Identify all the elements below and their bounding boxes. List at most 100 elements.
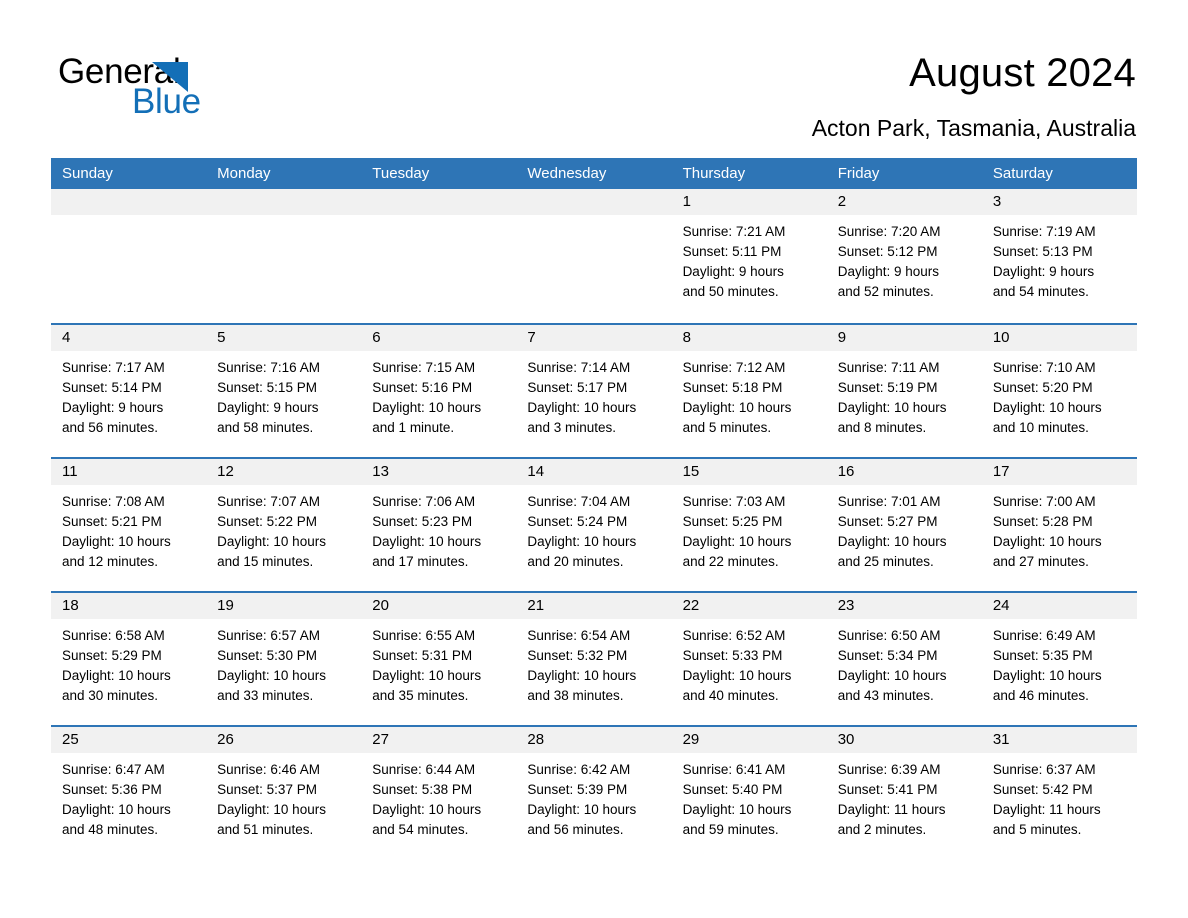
calendar-day-cell-empty: [206, 189, 362, 323]
day-details: Sunrise: 6:58 AM Sunset: 5:29 PM Daylight:…: [51, 619, 206, 706]
day-number: 23: [826, 593, 982, 619]
day-sunrise-text: Sunrise: 7:00 AM: [992, 494, 1096, 509]
calendar-day-cell[interactable]: 8 Sunrise: 7:12 AM Sunset: 5:18 PM Daylight…: [671, 325, 827, 457]
generalblue-logo[interactable]: General Blue: [58, 52, 318, 124]
calendar-day-cell[interactable]: 3 Sunrise: 7:19 AM Sunset: 5:13 PM Daylight…: [981, 189, 1137, 323]
calendar-day-cell[interactable]: 28 Sunrise: 6:42 AM Sunset: 5:39 PM Dayligh…: [516, 727, 672, 859]
calendar-day-cell[interactable]: 5 Sunrise: 7:16 AM Sunset: 5:15 PM Daylight…: [206, 325, 362, 457]
day-sunrise-text: Sunrise: 6:39 AM: [837, 762, 941, 777]
day-daylight1-text: Daylight: 10 hours: [992, 400, 1102, 415]
day-sunset-text: Sunset: 5:36 PM: [62, 782, 162, 797]
calendar-day-cell[interactable]: 14 Sunrise: 7:04 AM Sunset: 5:24 PM Dayligh…: [516, 459, 672, 591]
day-sunset-text: Sunset: 5:15 PM: [217, 380, 317, 395]
day-number: 9: [826, 325, 982, 351]
day-daylight2-text: and 59 minutes.: [682, 822, 779, 837]
day-sunset-text: Sunset: 5:24 PM: [527, 514, 628, 529]
day-daylight1-text: Daylight: 10 hours: [217, 802, 326, 817]
calendar-day-cell[interactable]: 12 Sunrise: 7:07 AM Sunset: 5:22 PM Dayligh…: [206, 459, 362, 591]
day-details: Sunrise: 6:46 AM Sunset: 5:37 PM Daylight:…: [206, 753, 361, 840]
calendar-day-cell[interactable]: 31 Sunrise: 6:37 AM Sunset: 5:42 PM Dayligh…: [981, 727, 1137, 859]
day-daylight2-text: and 54 minutes.: [992, 284, 1089, 299]
day-details: Sunrise: 7:16 AM Sunset: 5:15 PM Daylight:…: [206, 351, 361, 438]
day-number: 10: [981, 325, 1137, 351]
calendar-week-row: 25 Sunrise: 6:47 AM Sunset: 5:36 PM Dayligh…: [51, 725, 1137, 859]
day-daylight1-text: Daylight: 9 hours: [682, 264, 784, 279]
day-sunset-text: Sunset: 5:37 PM: [217, 782, 317, 797]
day-number: 21: [516, 593, 672, 619]
day-sunrise-text: Sunrise: 6:42 AM: [527, 762, 631, 777]
calendar-day-cell[interactable]: 22 Sunrise: 6:52 AM Sunset: 5:33 PM Dayligh…: [671, 593, 827, 725]
day-sunset-text: Sunset: 5:40 PM: [682, 782, 783, 797]
day-daylight2-text: and 25 minutes.: [837, 554, 934, 569]
day-details: Sunrise: 6:55 AM Sunset: 5:31 PM Daylight:…: [361, 619, 516, 706]
day-sunset-text: Sunset: 5:35 PM: [992, 648, 1093, 663]
calendar-day-cell[interactable]: 16 Sunrise: 7:01 AM Sunset: 5:27 PM Dayligh…: [826, 459, 982, 591]
calendar-day-cell[interactable]: 23 Sunrise: 6:50 AM Sunset: 5:34 PM Dayligh…: [826, 593, 982, 725]
weekday-header-saturday: Saturday: [992, 165, 1053, 182]
calendar-day-cell[interactable]: 2 Sunrise: 7:20 AM Sunset: 5:12 PM Daylight…: [826, 189, 982, 323]
day-details: Sunrise: 6:42 AM Sunset: 5:39 PM Daylight:…: [516, 753, 671, 840]
calendar-week-row: 4 Sunrise: 7:17 AM Sunset: 5:14 PM Daylight…: [51, 323, 1137, 457]
day-daylight1-text: Daylight: 9 hours: [837, 264, 940, 279]
day-sunset-text: Sunset: 5:11 PM: [682, 244, 782, 259]
calendar-day-cell[interactable]: 20 Sunrise: 6:55 AM Sunset: 5:31 PM Dayligh…: [361, 593, 517, 725]
calendar-day-cell[interactable]: 30 Sunrise: 6:39 AM Sunset: 5:41 PM Dayligh…: [826, 727, 982, 859]
day-daylight1-text: Daylight: 10 hours: [527, 534, 637, 549]
day-daylight2-text: and 40 minutes.: [682, 688, 779, 703]
day-number: 22: [671, 593, 827, 619]
calendar-page: General Blue August 2024 Acton Park, Tas…: [0, 0, 1188, 918]
day-sunrise-text: Sunrise: 6:57 AM: [217, 628, 320, 643]
calendar-day-cell[interactable]: 7 Sunrise: 7:14 AM Sunset: 5:17 PM Daylight…: [516, 325, 672, 457]
day-daylight2-text: and 54 minutes.: [372, 822, 469, 837]
day-number: 20: [361, 593, 517, 619]
day-daylight2-text: and 56 minutes.: [527, 822, 624, 837]
day-number: 18: [51, 593, 207, 619]
calendar-day-cell[interactable]: 21 Sunrise: 6:54 AM Sunset: 5:32 PM Dayligh…: [516, 593, 672, 725]
day-sunset-text: Sunset: 5:41 PM: [837, 782, 938, 797]
day-daylight2-text: and 27 minutes.: [992, 554, 1089, 569]
day-daylight2-text: and 22 minutes.: [682, 554, 779, 569]
calendar-day-cell[interactable]: 6 Sunrise: 7:15 AM Sunset: 5:16 PM Daylight…: [361, 325, 517, 457]
day-sunrise-text: Sunrise: 6:41 AM: [682, 762, 786, 777]
calendar-day-cell[interactable]: 25 Sunrise: 6:47 AM Sunset: 5:36 PM Dayligh…: [51, 727, 207, 859]
day-daylight2-text: and 50 minutes.: [682, 284, 779, 299]
day-details: Sunrise: 7:08 AM Sunset: 5:21 PM Daylight:…: [51, 485, 206, 572]
day-daylight1-text: Daylight: 10 hours: [682, 400, 792, 415]
calendar-day-cell[interactable]: 4 Sunrise: 7:17 AM Sunset: 5:14 PM Daylight…: [51, 325, 207, 457]
calendar-day-cell[interactable]: 19 Sunrise: 6:57 AM Sunset: 5:30 PM Dayligh…: [206, 593, 362, 725]
day-details: Sunrise: 7:17 AM Sunset: 5:14 PM Daylight:…: [51, 351, 206, 438]
calendar-day-cell[interactable]: 10 Sunrise: 7:10 AM Sunset: 5:20 PM Dayligh…: [981, 325, 1137, 457]
calendar-day-cell[interactable]: 29 Sunrise: 6:41 AM Sunset: 5:40 PM Dayligh…: [671, 727, 827, 859]
calendar-day-cell[interactable]: 15 Sunrise: 7:03 AM Sunset: 5:25 PM Dayligh…: [671, 459, 827, 591]
day-sunset-text: Sunset: 5:42 PM: [992, 782, 1093, 797]
calendar-day-cell[interactable]: 18 Sunrise: 6:58 AM Sunset: 5:29 PM Dayligh…: [51, 593, 207, 725]
day-number: 8: [671, 325, 827, 351]
calendar-day-cell[interactable]: 13 Sunrise: 7:06 AM Sunset: 5:23 PM Dayligh…: [361, 459, 517, 591]
day-daylight1-text: Daylight: 10 hours: [682, 534, 792, 549]
calendar-day-cell[interactable]: 9 Sunrise: 7:11 AM Sunset: 5:19 PM Daylight…: [826, 325, 982, 457]
day-number: 1: [671, 189, 827, 215]
day-details: Sunrise: 6:39 AM Sunset: 5:41 PM Daylight:…: [827, 753, 982, 840]
location-subtitle: Acton Park, Tasmania, Australia: [811, 115, 1136, 141]
day-sunrise-text: Sunrise: 7:21 AM: [682, 224, 786, 239]
calendar-day-cell[interactable]: 24 Sunrise: 6:49 AM Sunset: 5:35 PM Dayligh…: [981, 593, 1137, 725]
day-sunset-text: Sunset: 5:28 PM: [992, 514, 1093, 529]
day-sunrise-text: Sunrise: 7:04 AM: [527, 494, 631, 509]
calendar-day-cell[interactable]: 26 Sunrise: 6:46 AM Sunset: 5:37 PM Dayligh…: [206, 727, 362, 859]
calendar-day-cell[interactable]: 11 Sunrise: 7:08 AM Sunset: 5:21 PM Dayligh…: [51, 459, 207, 591]
logo-text-blue: Blue: [132, 82, 201, 121]
day-number: 12: [206, 459, 362, 485]
calendar-day-cell[interactable]: 1 Sunrise: 7:21 AM Sunset: 5:11 PM Daylight…: [671, 189, 827, 323]
day-sunrise-text: Sunrise: 7:08 AM: [62, 494, 165, 509]
day-daylight2-text: and 17 minutes.: [372, 554, 469, 569]
day-daylight2-text: and 58 minutes.: [217, 420, 314, 435]
calendar-day-cell[interactable]: 27 Sunrise: 6:44 AM Sunset: 5:38 PM Dayligh…: [361, 727, 517, 859]
calendar-day-cell[interactable]: 17 Sunrise: 7:00 AM Sunset: 5:28 PM Dayligh…: [981, 459, 1137, 591]
day-daylight2-text: and 56 minutes.: [62, 420, 159, 435]
day-number: 13: [361, 459, 517, 485]
day-sunset-text: Sunset: 5:34 PM: [837, 648, 938, 663]
day-daylight2-text: and 5 minutes.: [682, 420, 772, 435]
day-sunrise-text: Sunrise: 7:15 AM: [372, 360, 476, 375]
day-sunset-text: Sunset: 5:16 PM: [372, 380, 473, 395]
day-details: Sunrise: 7:12 AM Sunset: 5:18 PM Daylight:…: [672, 351, 827, 438]
